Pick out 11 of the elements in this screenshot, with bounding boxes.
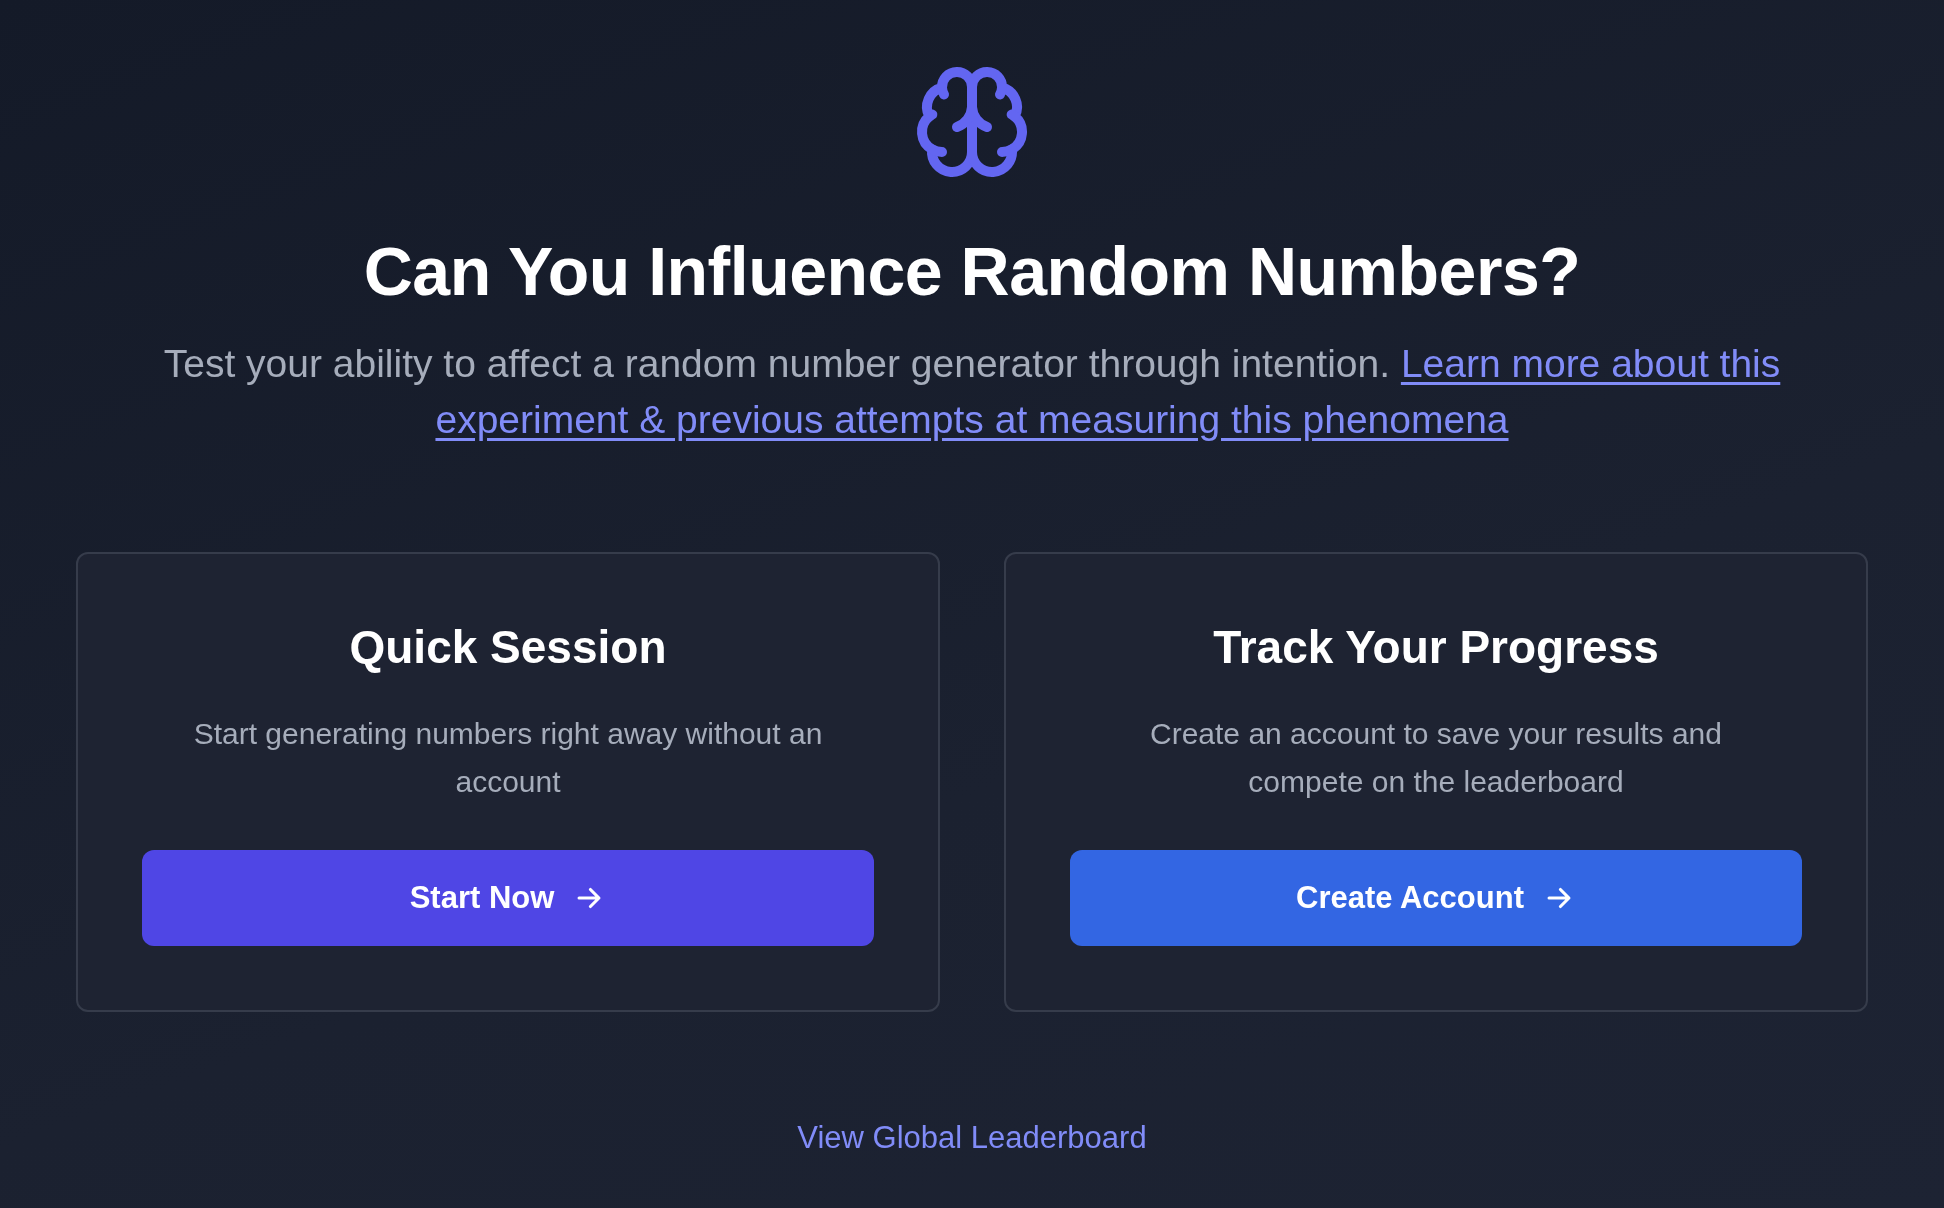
card-title: Track Your Progress xyxy=(1213,620,1659,674)
card-title: Quick Session xyxy=(349,620,667,674)
page-title: Can You Influence Random Numbers? xyxy=(363,232,1581,310)
action-button[interactable]: Start Now xyxy=(142,850,874,946)
learn-more-link[interactable]: Learn more about this xyxy=(1400,342,1781,385)
card-description: Create an account to save your results and compete on the leaderboard xyxy=(1149,716,1723,800)
card-description: Start generating numbers right away without an account xyxy=(192,716,824,800)
action-button[interactable]: Create Account xyxy=(1070,850,1802,946)
intro-text: Test your ability to affect a random number generator through intention. Learn more about this experiment & previous attempts at measuring this phenomena xyxy=(163,341,1781,443)
leaderboard-link[interactable]: View Global Leaderboard xyxy=(797,1120,1147,1156)
learn-more-link[interactable]: experiment & previous attempts at measuring this phenomena xyxy=(435,398,1509,441)
